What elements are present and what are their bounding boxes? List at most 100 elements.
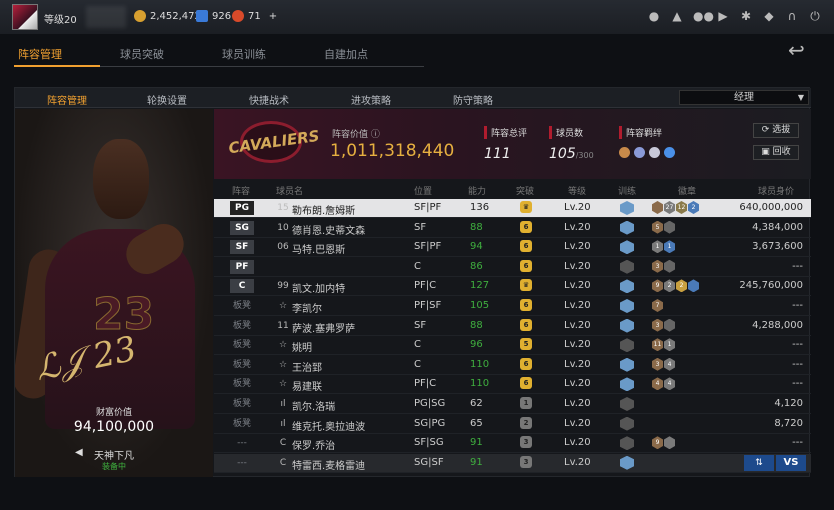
slot-label: PF xyxy=(230,259,254,274)
vs-button[interactable]: VS xyxy=(776,454,806,471)
player-level: Lv.20 xyxy=(564,260,591,272)
player-ability: 105 xyxy=(470,300,490,311)
breakthrough-icon: 3 xyxy=(520,436,532,449)
player-position: PF|SF xyxy=(414,300,442,311)
add-currency-button[interactable]: + xyxy=(269,11,277,22)
player-marker-icon: ☆ xyxy=(278,301,288,311)
badges: 11 1 xyxy=(652,338,675,352)
subtab-defense[interactable]: 防守策略 xyxy=(453,92,493,107)
back-icon[interactable]: ↩ xyxy=(788,40,816,62)
wealth-label: 财富价值 xyxy=(95,408,132,418)
chemistry: 阵容羁绊 xyxy=(619,126,675,158)
wealth-value: 94,100,000 xyxy=(73,419,155,435)
player-position: SG|SF xyxy=(414,456,444,468)
table-row[interactable]: SF 06 马特.巴恩斯 SF|PF 94 6 Lv.20 11 3,673,6… xyxy=(214,238,811,258)
prev-arrow-icon[interactable]: ◀ xyxy=(75,447,83,458)
roster-table: 阵容 球员名 位置 能力 突破 等级 训练 徽章 球员身价 PG 15 勒布朗.… xyxy=(214,179,811,477)
friends-icon[interactable]: ●● xyxy=(693,9,714,23)
training-icon xyxy=(620,436,634,451)
badge-icon: 1 xyxy=(652,240,663,254)
player-position: C xyxy=(414,339,421,351)
player-marker-icon: C xyxy=(279,438,287,449)
badge-icon: 27 xyxy=(664,201,675,214)
badge-icon xyxy=(664,436,675,450)
player-price: 8,720 xyxy=(774,417,803,429)
player-price: 4,120 xyxy=(774,398,803,409)
user-icon[interactable]: ● xyxy=(647,9,661,23)
tab-breakthrough[interactable]: 球员突破 xyxy=(120,46,164,62)
table-row[interactable]: PF C 86 6 Lv.20 3 --- xyxy=(214,258,811,277)
subtab-rotation[interactable]: 轮换设置 xyxy=(147,92,187,107)
table-row[interactable]: 板凳 ıl 凯尔.洛瑞 PG|SG 62 1 Lv.20 4,120 xyxy=(214,395,811,414)
badge-icon: 4 xyxy=(664,377,675,391)
tab-custom-points[interactable]: 自建加点 xyxy=(324,46,368,62)
table-row[interactable]: --- C 保罗.乔治 SF|SG 91 3 Lv.20 9 --- xyxy=(214,434,811,454)
slot-label: --- xyxy=(237,457,247,468)
table-row[interactable]: SG 10 德肖恩.史蒂文森 SF 88 6 Lv.20 5 4,384,000 xyxy=(214,219,811,238)
table-row[interactable]: 板凳 ıl 维克托.奥拉迪波 SG|PG 65 2 Lv.20 8,720 xyxy=(214,415,811,434)
headset-icon[interactable]: ∩ xyxy=(785,9,799,23)
tab-training[interactable]: 球员训练 xyxy=(222,46,266,62)
video-icon[interactable]: ▶ xyxy=(716,9,730,23)
table-row[interactable]: C 99 凯文.加内特 PF|C 127 ♛ Lv.20 922 245,760… xyxy=(214,277,811,297)
tab-active-indicator xyxy=(14,65,100,67)
breakthrough-icon: 6 xyxy=(520,318,532,331)
player-ability: 94 xyxy=(470,241,483,253)
manager-select[interactable]: 经理 ▼ xyxy=(679,90,809,105)
breakthrough-icon: 6 xyxy=(520,357,532,370)
breakthrough-icon: 6 xyxy=(520,240,532,253)
select-button[interactable]: ⟳ 选拔 xyxy=(753,123,799,138)
player-level: Lv.20 xyxy=(564,319,591,331)
badge-icon xyxy=(664,220,675,234)
table-row[interactable]: 板凳 ☆ 王治郅 C 110 6 Lv.20 34 --- xyxy=(214,356,811,375)
player-level: Lv.20 xyxy=(564,437,591,449)
recycle-button[interactable]: ▣ 回收 xyxy=(753,145,799,160)
player-position: SF|SG xyxy=(414,437,444,449)
player-position: SF|PF xyxy=(414,202,442,213)
player-ability: 91 xyxy=(470,456,483,468)
table-row[interactable]: PG 15 勒布朗.詹姆斯 SF|PF 136 ♛ Lv.20 27 12 2 64… xyxy=(214,199,811,218)
player-name: 凯文.加内特 xyxy=(292,284,346,296)
training-icon xyxy=(620,220,634,235)
badge-icon xyxy=(664,259,675,273)
player-name: 特雷西.麦格雷迪 xyxy=(292,460,366,472)
player-level: Lv.20 xyxy=(564,358,591,370)
player-marker-icon: ☆ xyxy=(278,340,288,351)
player-level: Lv.20 xyxy=(564,280,591,292)
shield-icon[interactable]: ◆ xyxy=(762,9,776,23)
table-row[interactable]: 板凳 ☆ 李凯尔 PF|SF 105 6 Lv.20 7 --- xyxy=(214,297,811,316)
main-tabs: 阵容管理 球员突破 球员训练 自建加点 xyxy=(14,40,834,67)
player-position: SF|PF xyxy=(414,241,442,253)
player-price: --- xyxy=(792,260,803,272)
breakthrough-icon: 2 xyxy=(520,416,532,429)
badge-icon: 3 xyxy=(652,259,663,273)
player-name: 凯尔.洛瑞 xyxy=(292,402,336,413)
table-row[interactable]: --- C 特雷西.麦格雷迪 SG|SF 91 3 Lv.20 ⇅ VS xyxy=(214,453,811,473)
slot-label: 板凳 xyxy=(232,340,251,351)
player-ability: 110 xyxy=(470,358,490,370)
player-price: 4,288,000 xyxy=(752,319,803,331)
slot-label: 板凳 xyxy=(232,399,251,409)
training-icon xyxy=(620,279,634,294)
table-row[interactable]: 板凳 ☆ 易建联 PF|C 110 6 Lv.20 44 --- xyxy=(214,375,811,395)
player-card[interactable]: 23 ℒ𝒥 23 财富价值 94,100,000 ◀ 天神下凡 装备中 xyxy=(15,109,213,477)
slot-label: C xyxy=(230,279,254,294)
power-icon[interactable]: ⏻ xyxy=(808,9,822,23)
table-row[interactable]: 板凳 11 萨波.塞弗罗萨 SF 88 6 Lv.20 3 4,288,000 xyxy=(214,317,811,336)
player-marker-icon xyxy=(276,260,290,274)
avatar[interactable] xyxy=(12,4,38,30)
player-position: C xyxy=(414,260,421,272)
slot-label: 板凳 xyxy=(232,418,251,429)
tab-lineup[interactable]: 阵容管理 xyxy=(18,46,62,62)
table-row[interactable]: 板凳 ☆ 姚明 C 96 5 Lv.20 11 1 --- xyxy=(214,336,811,356)
breakthrough-icon: ♛ xyxy=(520,201,532,213)
chemistry-icon xyxy=(649,147,660,158)
training-icon xyxy=(620,357,634,372)
roster-value: 1,011,318,440 xyxy=(330,141,455,161)
swap-button[interactable]: ⇅ xyxy=(744,454,774,471)
subtab-lineup[interactable]: 阵容管理 xyxy=(47,92,87,107)
subtab-tactics[interactable]: 快捷战术 xyxy=(249,92,289,107)
subtab-offense[interactable]: 进攻策略 xyxy=(351,92,391,107)
settings-icon[interactable]: ✱ xyxy=(739,9,753,23)
bell-icon[interactable]: ▲ xyxy=(670,9,684,23)
